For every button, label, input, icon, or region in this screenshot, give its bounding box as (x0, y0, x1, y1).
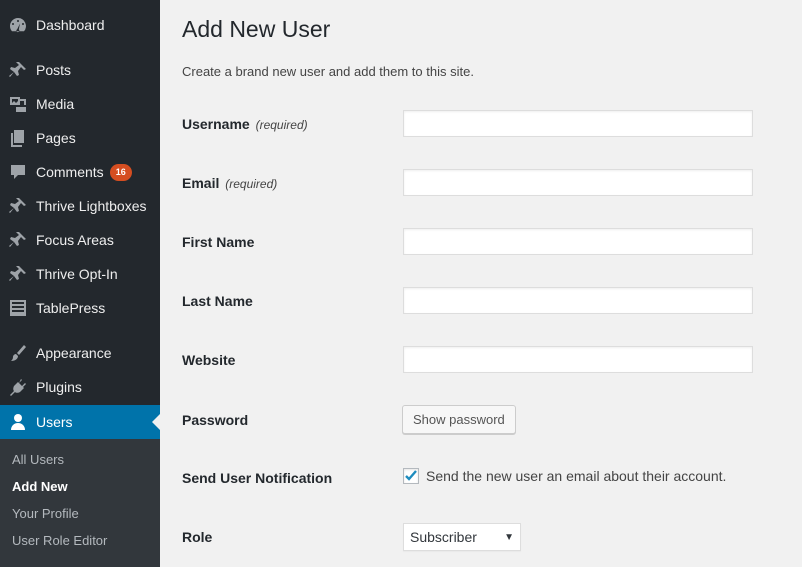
username-field[interactable] (403, 110, 753, 137)
sidebar-item-label: Pages (36, 130, 76, 146)
role-select[interactable]: Subscriber ▼ (403, 523, 521, 551)
send-notification-label: Send User Notification (182, 470, 333, 486)
dropdown-arrow-icon: ▼ (504, 531, 514, 543)
pushpin-icon (0, 264, 36, 284)
last-name-label: Last Name (182, 293, 253, 309)
checkmark-icon (405, 470, 417, 481)
sidebar-item-tablepress[interactable]: TablePress (0, 291, 160, 325)
pushpin-icon (0, 196, 36, 216)
last-name-field[interactable] (403, 287, 753, 314)
page-title: Add New User (182, 16, 331, 42)
sidebar-item-label: Comments (36, 164, 104, 180)
submenu-item-your-profile[interactable]: Your Profile (12, 506, 79, 521)
sidebar-item-label: Thrive Opt-In (36, 266, 118, 282)
username-label: Username (required) (182, 116, 308, 132)
sidebar-item-label: Dashboard (36, 17, 105, 33)
sidebar-item-focus-areas[interactable]: Focus Areas (0, 223, 160, 257)
email-label-text: Email (182, 175, 220, 191)
send-notification-text: Send the new user an email about their a… (426, 468, 727, 484)
plug-icon (0, 377, 36, 397)
required-note: (required) (225, 177, 278, 191)
role-label: Role (182, 529, 213, 545)
required-note: (required) (255, 118, 308, 132)
sidebar-item-plugins[interactable]: Plugins (0, 370, 160, 404)
website-field[interactable] (403, 346, 753, 373)
show-password-button[interactable]: Show password (402, 405, 516, 434)
submenu-item-add-new[interactable]: Add New (12, 479, 68, 494)
sidebar-item-media[interactable]: Media (0, 87, 160, 121)
comments-count-badge: 16 (109, 163, 132, 181)
brush-icon (0, 343, 36, 363)
admin-sidebar: Dashboard Posts Media Pages Comments 16 … (0, 0, 160, 567)
users-submenu: All Users Add New Your Profile User Role… (0, 439, 160, 567)
sidebar-item-comments[interactable]: Comments 16 (0, 155, 160, 189)
sidebar-item-label: TablePress (36, 300, 106, 316)
submenu-item-user-role-editor[interactable]: User Role Editor (12, 533, 107, 548)
sidebar-item-pages[interactable]: Pages (0, 121, 160, 155)
password-label: Password (182, 412, 249, 428)
main-content: Add New User Create a brand new user and… (160, 0, 802, 567)
sidebar-item-users[interactable]: Users (0, 405, 160, 439)
dashboard-icon (0, 15, 36, 35)
username-label-text: Username (182, 116, 250, 132)
sidebar-item-appearance[interactable]: Appearance (0, 336, 160, 370)
website-label: Website (182, 352, 236, 368)
send-notification-checkbox[interactable] (403, 468, 419, 484)
first-name-label: First Name (182, 234, 255, 250)
role-selected-value: Subscriber (410, 529, 477, 545)
sidebar-item-dashboard[interactable]: Dashboard (0, 8, 160, 42)
email-field[interactable] (403, 169, 753, 196)
pushpin-icon (0, 60, 36, 80)
sidebar-item-label: Appearance (36, 345, 112, 361)
sidebar-item-label: Posts (36, 62, 72, 78)
pushpin-icon (0, 230, 36, 250)
sidebar-item-label: Media (36, 96, 75, 112)
sidebar-item-label: Thrive Lightboxes (36, 198, 147, 214)
sidebar-item-label: Users (36, 414, 73, 430)
submenu-item-all-users[interactable]: All Users (12, 452, 64, 467)
email-label: Email (required) (182, 175, 277, 191)
pages-icon (0, 128, 36, 148)
current-menu-arrow (152, 414, 160, 430)
table-icon (0, 298, 36, 318)
sidebar-item-label: Plugins (36, 379, 82, 395)
user-icon (0, 412, 36, 432)
sidebar-item-thrive-opt-in[interactable]: Thrive Opt-In (0, 257, 160, 291)
sidebar-item-thrive-lightboxes[interactable]: Thrive Lightboxes (0, 189, 160, 223)
media-icon (0, 94, 36, 114)
first-name-field[interactable] (403, 228, 753, 255)
sidebar-item-label: Focus Areas (36, 232, 114, 248)
comments-icon (0, 162, 36, 182)
page-description: Create a brand new user and add them to … (182, 64, 474, 79)
sidebar-item-posts[interactable]: Posts (0, 53, 160, 87)
send-notification-option: Send the new user an email about their a… (403, 468, 726, 484)
